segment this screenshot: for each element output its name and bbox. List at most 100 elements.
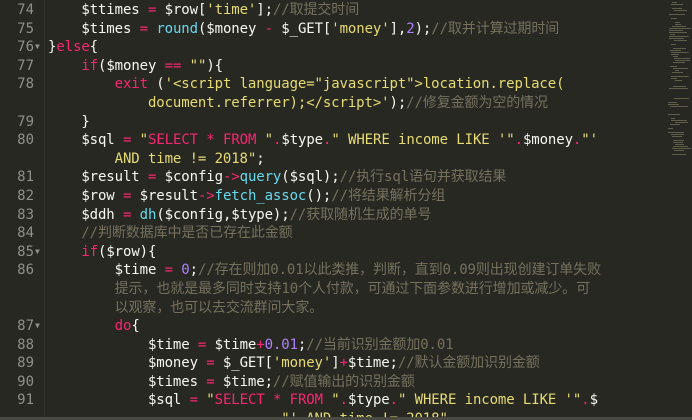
line-code: }else{ [48,38,98,57]
line-number: 89 [17,355,34,372]
line-number: 91 [17,392,34,409]
comment-token: //默认金额加识别金额 [397,355,540,372]
code-token: $result [48,169,148,186]
keyword-token: = [164,262,173,279]
code-token: $type [347,392,390,409]
code-token: ($config,$type); [156,206,290,223]
line-code: 以观察，也可以去交流群问大家。 [48,299,324,318]
line-code: $sql = "SELECT * FROM ".$type." WHERE in… [48,391,598,410]
line-code: $time = 0;//存在则加0.01以此类推，判断，直到0.09则出现创建订… [48,261,601,280]
code-token: ]; [256,2,273,18]
minimap-line [674,40,687,41]
line-code: AND time != 2018"; [48,150,265,169]
minimap-line [673,146,688,147]
keyword-token: FROM [289,392,323,409]
line-number: 87 [17,318,34,335]
minimap-line [672,136,682,137]
string-token: 'money' [272,355,332,372]
code-token: $ddh [48,206,123,223]
comment-token: //修复金额为空的情况 [406,94,548,111]
line-number: 83 [17,206,34,223]
minimap-line [674,150,684,151]
minimap-line [675,80,682,81]
keyword-token: SELECT [214,392,265,409]
minimap-line [673,140,684,141]
minimap-line [669,30,683,31]
line-code: $ttimes = $row['time'];//取提交时间 [48,1,359,20]
string-token: "' [581,132,598,149]
comment-token: //执行sql语句并获取结果 [339,169,507,186]
line-number: 80 [17,132,34,149]
code-token: $times [48,20,140,37]
minimap-line [669,32,687,33]
code-token: } [48,113,90,130]
code-token: $time [48,336,198,353]
string-token [281,392,289,408]
code-token: $config [156,169,223,186]
comment-token: 以观察，也可以去交流群问大家。 [48,299,324,316]
minimap-line [673,56,678,57]
line-number: 78 [17,76,34,93]
minimap-line [675,24,681,25]
minimap-line [670,34,675,35]
code-token: ($sql); [281,169,340,186]
line-number: 88 [17,336,34,353]
code-token: (); [306,187,332,204]
line-code: if($row){ [48,243,156,262]
code-token: ($money [197,20,265,37]
minimap-line [669,38,684,39]
line-code: $sql = "SELECT * FROM ".$type." WHERE in… [48,131,598,150]
minimap-line [669,14,685,15]
comment-token: //取并计算过期时间 [431,20,560,37]
minimap-line [673,142,683,143]
keyword-token: = [189,392,198,409]
keyword-token: = [197,336,207,353]
code-editor[interactable]: 74 $ttimes = $row['time'];//取提交时间 75 $tim… [0,0,692,417]
line-code: //判断数据库中是否已存在此金额 [48,224,293,243]
string-token: " WHERE income LIKE '" [397,392,582,409]
keyword-token: . [581,392,590,409]
minimap-line [672,8,682,9]
code-token: $_GET[ [214,355,273,372]
minimap-line [671,76,689,77]
minimap-line [670,124,680,125]
string-token: 'time' [206,2,257,18]
function-token: dh [139,206,157,223]
minimap-line [668,132,684,133]
line-code: do{ [48,317,140,336]
minimap[interactable] [664,0,692,160]
line-number: 84 [17,225,34,242]
string-token: " [256,132,274,149]
minimap-line [672,148,691,149]
fold-arrow-icon[interactable]: ▼ [35,38,40,57]
keyword-token: do [114,318,132,335]
line-number: 75 [17,20,34,37]
comment-token: //取提交时间 [272,2,360,18]
fold-arrow-icon[interactable]: ▼ [35,243,40,262]
gutter-divider [44,0,45,417]
fold-arrow-icon[interactable]: ▼ [35,317,40,336]
keyword-token: SELECT [148,132,198,149]
minimap-line [668,102,677,103]
comment-token: //判断数据库中是否已存在此金额 [48,225,293,242]
keyword-token: * [206,132,215,149]
minimap-line [674,98,689,99]
keyword-token: + [339,355,348,372]
keyword-token: if [81,243,98,260]
line-code: document.referrer);</script>');//修复金额为空的… [48,94,548,113]
keyword-token: . [389,392,398,409]
string-token [265,392,273,408]
keyword-token: -> [197,187,215,204]
string-token [215,132,223,148]
minimap-line [675,22,680,23]
minimap-line [671,44,676,45]
code-token: $money [48,355,207,372]
function-token: query [239,169,282,186]
string-token: " [322,392,340,409]
line-code: $times = round($money - $_GET['money'],2… [48,20,559,39]
code-token: ); [389,94,407,111]
function-token: round [156,20,198,37]
code-token: ); [414,20,432,37]
